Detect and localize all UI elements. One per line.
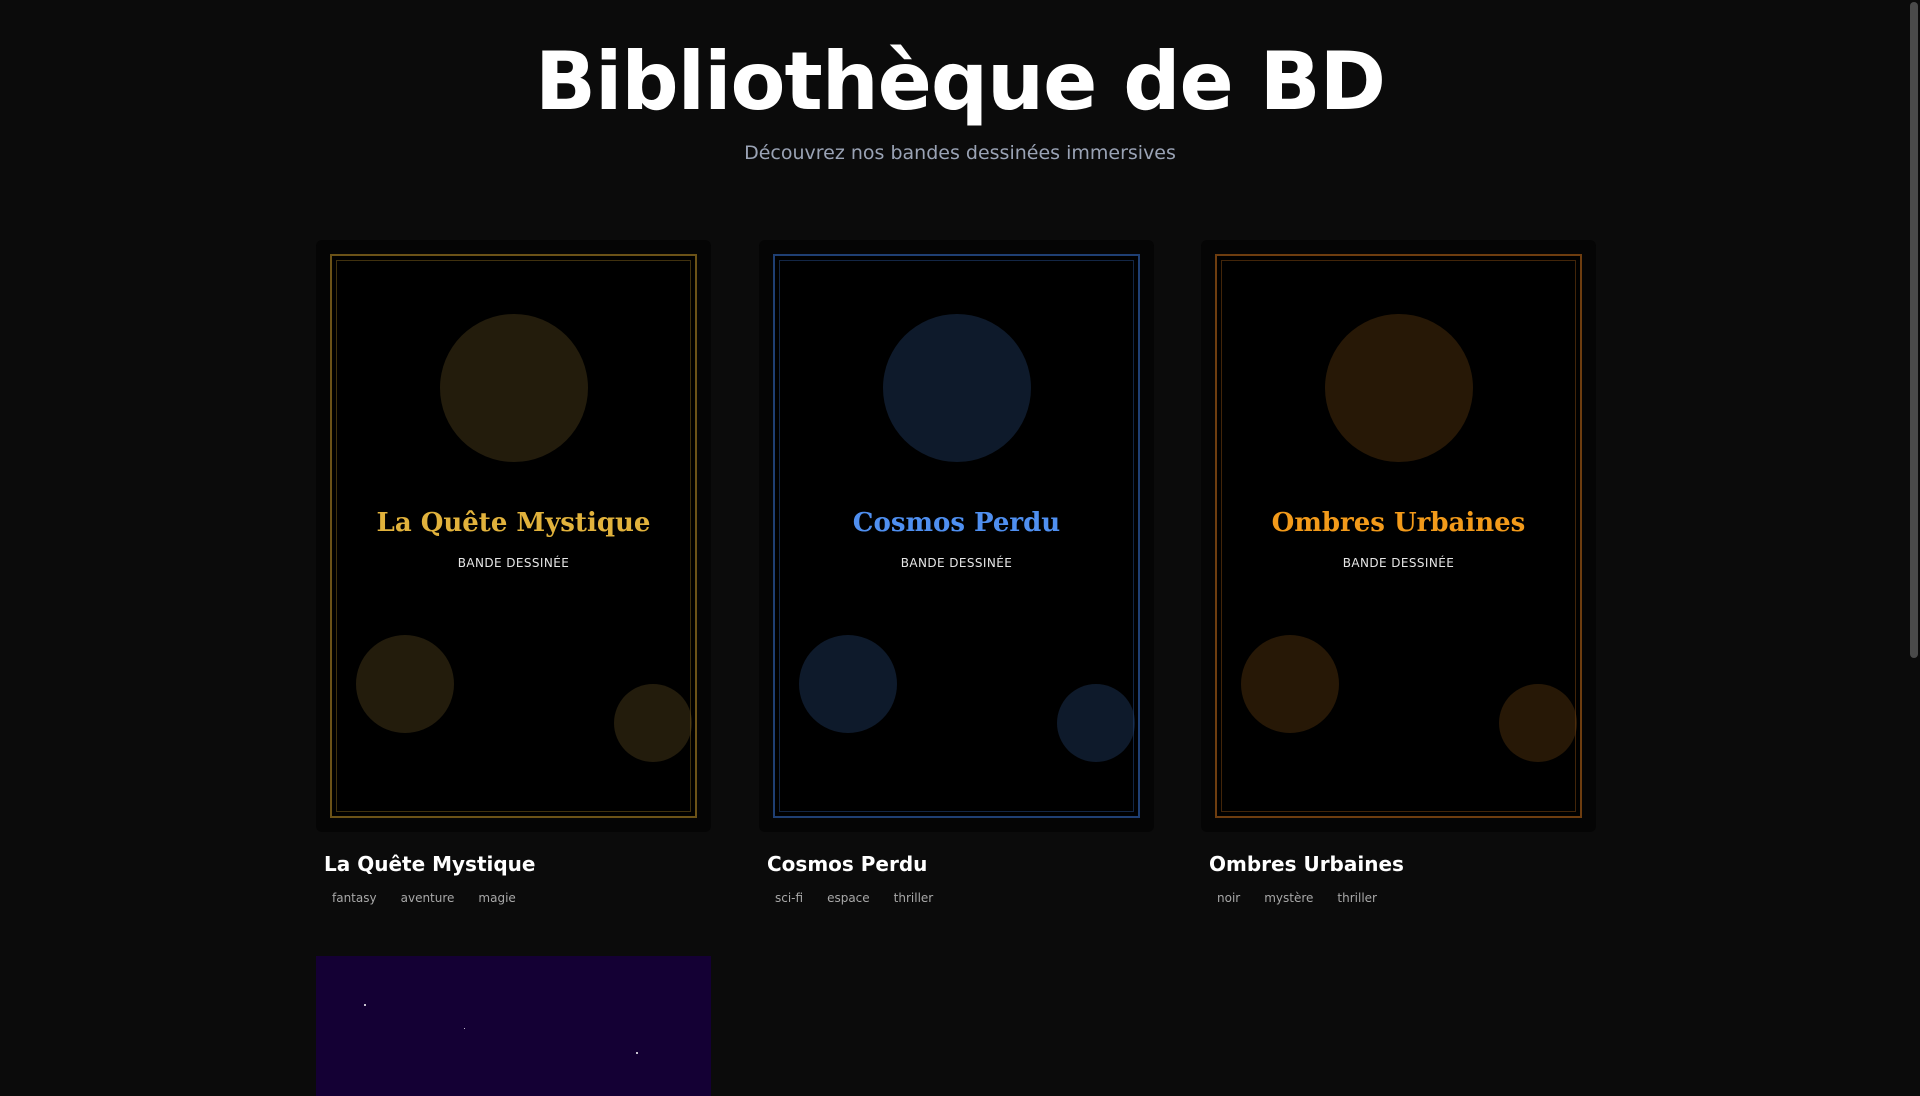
tag-list: sci-fi espace thriller — [767, 888, 1154, 908]
cover-subtitle: BANDE DESSINÉE — [457, 556, 570, 570]
cover-circle-left — [356, 635, 454, 733]
cover-circle-right — [1057, 684, 1135, 762]
cover-circle-right — [1499, 684, 1577, 762]
tag[interactable]: mystère — [1256, 888, 1321, 908]
comic-title[interactable]: Cosmos Perdu — [767, 852, 1154, 876]
comic-cover[interactable]: La Quête Mystique BANDE DESSINÉE — [316, 240, 711, 832]
cover-circle-right — [614, 684, 692, 762]
cover-frame: Ombres Urbaines BANDE DESSINÉE — [1215, 254, 1582, 818]
tag[interactable]: fantasy — [324, 888, 385, 908]
tag-list: fantasy aventure magie — [324, 888, 711, 908]
comic-card[interactable]: Ombres Urbaines BANDE DESSINÉE Ombres Ur… — [1201, 240, 1596, 908]
tag-list: noir mystère thriller — [1209, 888, 1596, 908]
page-title: Bibliothèque de BD — [534, 35, 1386, 128]
comic-card[interactable]: La Quête Mystique BANDE DESSINÉE La Quêt… — [316, 240, 711, 908]
comic-cover[interactable]: Ombres Urbaines BANDE DESSINÉE — [1201, 240, 1596, 832]
tag[interactable]: noir — [1209, 888, 1248, 908]
tag[interactable]: sci-fi — [767, 888, 811, 908]
tag[interactable]: thriller — [1329, 888, 1385, 908]
cover-circle-left — [1241, 635, 1339, 733]
cover-title: La Quête Mystique — [376, 508, 651, 538]
tag[interactable]: espace — [819, 888, 878, 908]
cover-circle-large — [1325, 314, 1473, 462]
comic-cover[interactable] — [316, 956, 711, 1096]
cover-circle-large — [440, 314, 588, 462]
comic-title[interactable]: Ombres Urbaines — [1209, 852, 1596, 876]
cover-frame: La Quête Mystique BANDE DESSINÉE — [330, 254, 697, 818]
cover-subtitle: BANDE DESSINÉE — [900, 556, 1013, 570]
star-icon — [636, 1052, 638, 1054]
scrollbar-thumb[interactable] — [1910, 2, 1918, 658]
page-scrollbar[interactable] — [1908, 0, 1920, 1080]
page-header: Bibliothèque de BD Découvrez nos bandes … — [0, 0, 1920, 165]
star-icon — [364, 1004, 366, 1006]
comic-cover[interactable]: Cosmos Perdu BANDE DESSINÉE — [759, 240, 1154, 832]
cover-title: Ombres Urbaines — [1271, 508, 1526, 538]
cover-circle-large — [883, 314, 1031, 462]
tag[interactable]: thriller — [886, 888, 942, 908]
cover-title: Cosmos Perdu — [852, 508, 1061, 538]
comic-title[interactable]: La Quête Mystique — [324, 852, 711, 876]
comic-card[interactable] — [316, 956, 711, 1096]
page-subtitle: Découvrez nos bandes dessinées immersive… — [744, 142, 1176, 164]
comic-card[interactable]: Cosmos Perdu BANDE DESSINÉE Cosmos Perdu… — [759, 240, 1154, 908]
star-icon — [464, 1028, 465, 1029]
tag[interactable]: aventure — [393, 888, 463, 908]
tag[interactable]: magie — [470, 888, 523, 908]
comics-grid: La Quête Mystique BANDE DESSINÉE La Quêt… — [316, 240, 1596, 1096]
cover-frame: Cosmos Perdu BANDE DESSINÉE — [773, 254, 1140, 818]
cover-subtitle: BANDE DESSINÉE — [1342, 556, 1455, 570]
cover-circle-left — [799, 635, 897, 733]
